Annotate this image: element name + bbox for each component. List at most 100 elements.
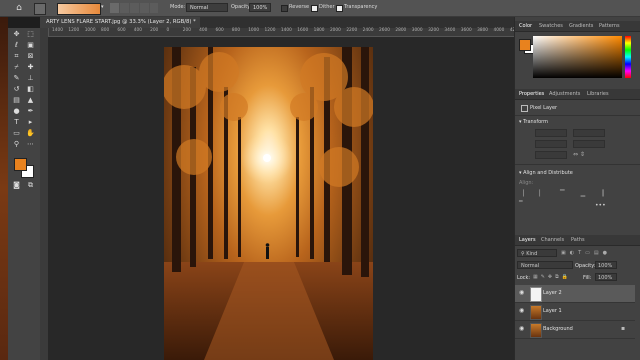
mode-select-value: Normal [190,5,209,11]
mode-select[interactable]: Normal [186,3,228,12]
blur-tool-icon[interactable]: ▲ [26,96,35,105]
panel-foreground-swatch[interactable] [519,39,531,51]
screen-mode-icon[interactable]: ⧉ [26,181,35,190]
gradient-tool-preset-icon[interactable] [34,3,46,15]
clone-stamp-icon[interactable]: ⊥ [26,74,35,83]
document-tab-bar: ARTY LENS FLARE START.jpg @ 33.3% (Layer… [40,17,514,28]
tab-properties[interactable]: Properties [519,91,544,97]
tab-libraries[interactable]: Libraries [587,91,609,97]
opacity-input[interactable]: 100% [249,3,271,12]
zoom-tool-icon[interactable]: ⚲ [12,140,21,149]
align-section-toggle[interactable]: ▾ Align and Distribute [519,170,573,176]
ruler-tick-label: 3800 [477,28,489,33]
brush-tool-icon[interactable]: ✎ [12,74,21,83]
layers-opacity-input[interactable]: 100% [595,261,617,269]
ruler-tick-label: 400 [133,28,142,33]
transparency-checkbox[interactable] [336,5,343,12]
height-field[interactable] [573,129,605,137]
flip-icons[interactable]: ⇔ ⇕ [573,151,603,159]
path-select-icon[interactable]: ▸ [26,118,35,127]
ruler-tick-label: 1800 [313,28,325,33]
visibility-eye-icon[interactable]: ◉ [519,290,525,296]
ruler-tick-label: 3600 [460,28,472,33]
diamond-gradient-icon[interactable] [150,3,158,13]
eraser-tool-icon[interactable]: ◧ [26,85,35,94]
tab-color[interactable]: Color [519,23,532,29]
linear-gradient-icon[interactable] [110,3,119,13]
tab-channels[interactable]: Channels [541,237,564,243]
gradient-tool-icon[interactable]: ▤ [12,96,21,105]
tab-gradients[interactable]: Gradients [569,23,593,29]
pen-tool-icon[interactable]: ✒ [26,107,35,116]
layer-row-background[interactable]: ◉ Background ▪ [515,321,635,339]
reverse-checkbox[interactable] [281,5,288,12]
transform-section-toggle[interactable]: ▾ Transform [519,119,548,125]
foreground-color-swatch[interactable] [14,158,27,171]
frame-tool-icon[interactable]: ⊠ [26,52,35,61]
shape-tool-icon[interactable]: ▭ [12,129,21,138]
visibility-eye-icon[interactable]: ◉ [519,326,525,332]
more-options-icon[interactable]: ••• [595,203,607,209]
radial-gradient-icon[interactable] [120,3,129,13]
dodge-tool-icon[interactable]: ● [12,107,21,116]
type-tool-icon[interactable]: T [12,118,21,127]
fill-input[interactable]: 100% [595,273,617,281]
marquee-tool-icon[interactable]: ⬚ [26,30,35,39]
layer-filter-select[interactable]: ⚲ Kind [517,249,557,257]
more-tools-icon[interactable]: ⋯ [26,140,35,149]
angle-field[interactable] [535,151,567,159]
visibility-eye-icon[interactable]: ◉ [519,308,525,314]
hand-tool-icon[interactable]: ✋ [26,129,35,138]
right-panels: Color Swatches Gradients Patterns Proper… [514,17,640,360]
horizontal-ruler[interactable]: 1400 1200 1000 800 600 400 200 0 200 400 600 800 100… [48,28,521,37]
layer-filter-icons[interactable]: ▣◐T▭▤● [561,250,631,257]
history-brush-icon[interactable]: ↺ [12,85,21,94]
lasso-tool-icon[interactable]: ℓ [12,41,21,50]
ruler-tick-label: 1400 [52,28,63,33]
dither-checkbox[interactable] [311,5,318,12]
align-buttons[interactable]: ▕ ▏ ▔ ▁ ┃ ━ [519,190,629,205]
layer-name: Background [543,326,573,332]
document-image-forest[interactable] [164,47,373,360]
align-label: Align and Distribute [523,170,573,176]
tab-layers[interactable]: Layers [519,237,536,243]
ruler-tick-label: 2200 [346,28,358,33]
quick-mask-icon[interactable]: ◙ [12,181,21,190]
tab-patterns[interactable]: Patterns [599,23,620,29]
divider [515,115,640,116]
ruler-tick-label: 0 [166,28,170,33]
layer-name: Layer 2 [543,290,562,296]
layer-row-layer-1[interactable]: ◉ Layer 1 [515,303,635,321]
healing-brush-icon[interactable]: ✚ [26,63,35,72]
ruler-tick-label: 1200 [264,28,276,33]
transparency-label: Transparency [344,4,378,10]
x-field[interactable] [535,140,567,148]
chevron-down-icon[interactable]: ▾ [101,5,106,10]
object-select-tool-icon[interactable]: ▣ [26,41,35,50]
hue-slider[interactable] [625,36,631,78]
ruler-tick-label: 2400 [362,28,374,33]
document-tab-title: ARTY LENS FLARE START.jpg @ 33.3% (Layer… [46,19,196,25]
width-field[interactable] [535,129,567,137]
layer-row-layer-2[interactable]: ◉ Layer 2 [515,285,635,303]
crop-tool-icon[interactable]: ⌗ [12,52,21,61]
reverse-label: Reverse [289,4,310,10]
tab-adjustments[interactable]: Adjustments [549,91,580,97]
fill-label: Fill: [583,275,592,281]
angle-gradient-icon[interactable] [130,3,139,13]
eyedropper-tool-icon[interactable]: ⌿ [12,63,21,72]
move-tool-icon[interactable]: ✥ [12,30,21,39]
forest-photo-illustration [164,47,373,360]
document-tab[interactable]: ARTY LENS FLARE START.jpg @ 33.3% (Layer… [40,17,200,28]
tab-swatches[interactable]: Swatches [539,23,563,29]
y-field[interactable] [573,140,605,148]
gradient-preview-swatch[interactable] [57,3,101,15]
tab-paths[interactable]: Paths [571,237,585,243]
blend-mode-select[interactable]: Normal [517,261,573,269]
ruler-tick-label: 200 [150,28,159,33]
color-field[interactable] [533,36,622,78]
home-icon[interactable]: ⌂ [14,3,24,13]
lock-icons[interactable]: ▦✎✥⧉🔒 [533,274,573,281]
lock-label: Lock: [517,275,531,281]
reflected-gradient-icon[interactable] [140,3,149,13]
